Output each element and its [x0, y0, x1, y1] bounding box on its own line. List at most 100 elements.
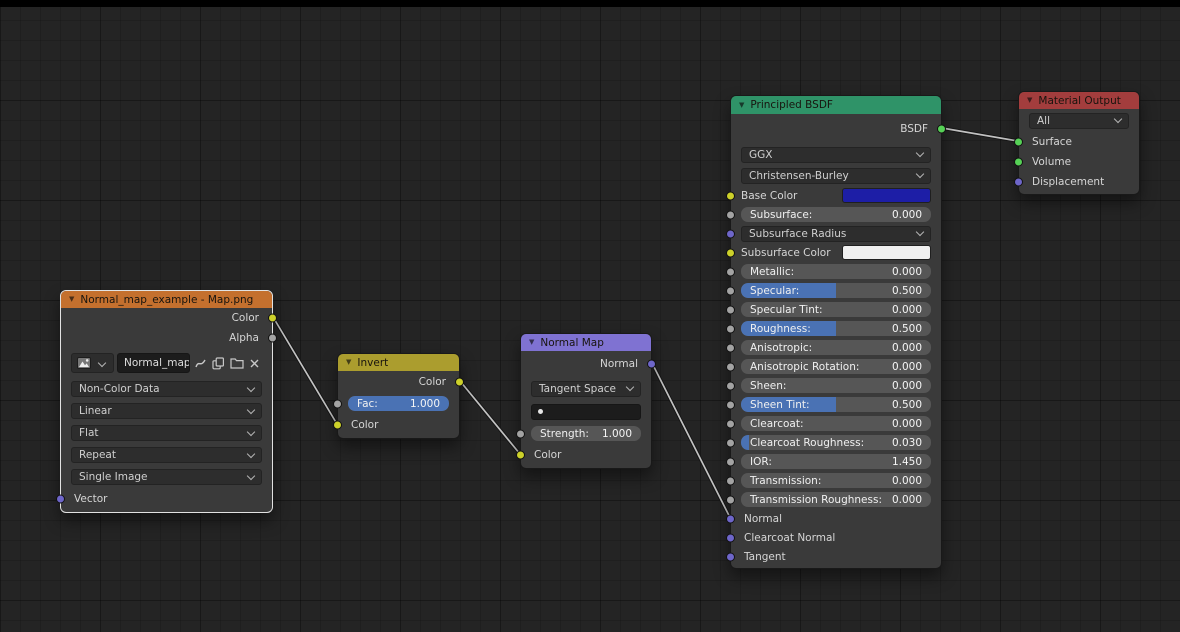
unlink-icon[interactable] — [247, 355, 262, 371]
transmission-roughness-slider[interactable]: Transmission Roughness: 0.000 — [741, 492, 931, 507]
sheen-slider[interactable]: Sheen: 0.000 — [741, 378, 931, 393]
slider-label: Anisotropic: — [750, 341, 813, 354]
subsurface-slider[interactable]: Subsurface: 0.000 — [741, 207, 931, 222]
sheen-tint-socket[interactable] — [726, 400, 735, 409]
invert-node[interactable]: ▼ Invert Color Fac: 1.000 Color — [333, 353, 464, 439]
subsurface-radius-dropdown[interactable]: Subsurface Radius — [741, 225, 931, 242]
clearcoat-roughness-slider[interactable]: Clearcoat Roughness: 0.030 — [741, 435, 931, 450]
metallic-socket[interactable] — [726, 267, 735, 276]
slider-value: 0.000 — [891, 417, 922, 430]
subsurface-color-socket[interactable] — [726, 248, 735, 257]
material-output-node[interactable]: ▼ Material Output All Surface Volume Displace… — [1014, 91, 1140, 195]
image-texture-node[interactable]: ▼ Normal_map_example - Map.png Color Alpha N… — [56, 290, 277, 513]
collapse-triangle-icon[interactable]: ▼ — [346, 359, 351, 366]
collapse-triangle-icon[interactable]: ▼ — [529, 339, 534, 346]
clearcoat-normal-socket[interactable] — [726, 533, 735, 542]
subsurface-socket[interactable] — [726, 210, 735, 219]
color-socket[interactable] — [333, 420, 342, 430]
ggx-dropdown[interactable]: GGX — [741, 146, 931, 163]
tangent-input-label: Tangent — [744, 550, 786, 563]
surface-socket[interactable] — [1014, 137, 1023, 147]
roughness-slider[interactable]: Roughness: 0.500 — [741, 321, 931, 336]
slider-row: Anisotropic: 0.000 — [726, 338, 941, 357]
link-icon[interactable] — [193, 355, 208, 371]
node-header[interactable]: ▼ Material Output — [1019, 92, 1139, 109]
roughness-socket[interactable] — [726, 324, 735, 333]
base-color-swatch[interactable] — [841, 188, 931, 203]
christensen-burley-dropdown[interactable]: Christensen-Burley — [741, 167, 931, 184]
base-color-socket[interactable] — [726, 191, 735, 200]
normal-map-node[interactable]: ▼ Normal Map Normal Tangent Space Strength: 1… — [516, 333, 656, 469]
slider-row: Metallic: 0.000 — [726, 262, 941, 281]
color-socket[interactable] — [516, 450, 525, 460]
sheen-tint-slider[interactable]: Sheen Tint: 0.500 — [741, 397, 931, 412]
color-socket[interactable] — [268, 313, 277, 323]
fac-socket[interactable] — [333, 399, 342, 408]
bsdf-socket[interactable] — [937, 124, 946, 134]
collapse-triangle-icon[interactable]: ▼ — [69, 296, 74, 303]
duplicate-icon[interactable] — [211, 355, 226, 371]
uv-map-field[interactable] — [531, 403, 641, 420]
node-header[interactable]: ▼ Invert — [338, 354, 459, 371]
open-folder-icon[interactable] — [229, 355, 244, 371]
image-browse-button[interactable] — [71, 353, 114, 373]
slider-row: Transmission: 0.000 — [726, 471, 941, 490]
single-image-dropdown[interactable]: Single Image — [71, 469, 262, 485]
ior-slider[interactable]: IOR: 1.450 — [741, 454, 931, 469]
clearcoat-slider[interactable]: Clearcoat: 0.000 — [741, 416, 931, 431]
non-color-data-dropdown[interactable]: Non-Color Data — [71, 381, 262, 397]
node-header[interactable]: ▼ Normal Map — [521, 334, 651, 351]
image-name-field[interactable]: Normal_map_exa.. — [117, 353, 190, 373]
node-header[interactable]: ▼ Normal_map_example - Map.png — [61, 291, 272, 308]
clearcoat-socket[interactable] — [726, 419, 735, 428]
tangent-socket[interactable] — [726, 552, 735, 561]
anisotropic-rotation-slider[interactable]: Anisotropic Rotation: 0.000 — [741, 359, 931, 374]
chevron-down-icon — [246, 383, 256, 392]
alpha-socket[interactable] — [268, 333, 277, 343]
node-header[interactable]: ▼ Principled BSDF — [731, 96, 941, 114]
input-row: Clearcoat Normal — [726, 528, 941, 547]
volume-socket[interactable] — [1014, 157, 1023, 167]
principled-bsdf-node[interactable]: ▼ Principled BSDF BSDF GGX Christensen-Burle… — [726, 95, 946, 569]
metallic-slider[interactable]: Metallic: 0.000 — [741, 264, 931, 279]
normal-socket[interactable] — [726, 514, 735, 523]
slider-label: Specular: — [750, 284, 800, 297]
repeat-dropdown[interactable]: Repeat — [71, 447, 262, 463]
transmission-slider[interactable]: Transmission: 0.000 — [741, 473, 931, 488]
collapse-triangle-icon[interactable]: ▼ — [739, 101, 744, 109]
collapse-triangle-icon[interactable]: ▼ — [1027, 97, 1032, 104]
displacement-socket[interactable] — [1014, 177, 1023, 187]
transmission-roughness-socket[interactable] — [726, 495, 735, 504]
specular-socket[interactable] — [726, 286, 735, 295]
subsurface-color-swatch[interactable] — [841, 245, 931, 260]
specular-tint-socket[interactable] — [726, 305, 735, 314]
ior-socket[interactable] — [726, 457, 735, 466]
all-dropdown[interactable]: All — [1029, 112, 1129, 129]
node-link — [271, 315, 339, 426]
dropdown-row: Linear — [61, 400, 272, 422]
strength-socket[interactable] — [516, 429, 525, 438]
linear-dropdown[interactable]: Linear — [71, 403, 262, 419]
shader-node-editor[interactable]: ▼ Normal_map_example - Map.png Color Alpha N… — [0, 0, 1180, 632]
anisotropic-slider[interactable]: Anisotropic: 0.000 — [741, 340, 931, 355]
strength-slider[interactable]: Strength: 1.000 — [531, 426, 641, 441]
tangent-space-dropdown[interactable]: Tangent Space — [531, 380, 641, 397]
slider-row: Roughness: 0.500 — [726, 319, 941, 338]
output-row: Color — [338, 371, 464, 393]
sheen-socket[interactable] — [726, 381, 735, 390]
anisotropic-rotation-socket[interactable] — [726, 362, 735, 371]
slider-row: Clearcoat Roughness: 0.030 — [726, 433, 941, 452]
specular-slider[interactable]: Specular: 0.500 — [741, 283, 931, 298]
specular-tint-slider[interactable]: Specular Tint: 0.000 — [741, 302, 931, 317]
subsurface-radius-socket[interactable] — [726, 229, 735, 238]
color-socket[interactable] — [455, 377, 464, 387]
fac-slider[interactable]: Fac: 1.000 — [348, 396, 449, 411]
vector-socket[interactable] — [56, 494, 65, 504]
transmission-socket[interactable] — [726, 476, 735, 485]
flat-dropdown[interactable]: Flat — [71, 425, 262, 441]
slider-label: Subsurface: — [750, 208, 813, 221]
clearcoat-roughness-socket[interactable] — [726, 438, 735, 447]
normal-socket[interactable] — [647, 359, 656, 369]
chevron-down-icon — [625, 382, 635, 392]
anisotropic-socket[interactable] — [726, 343, 735, 352]
